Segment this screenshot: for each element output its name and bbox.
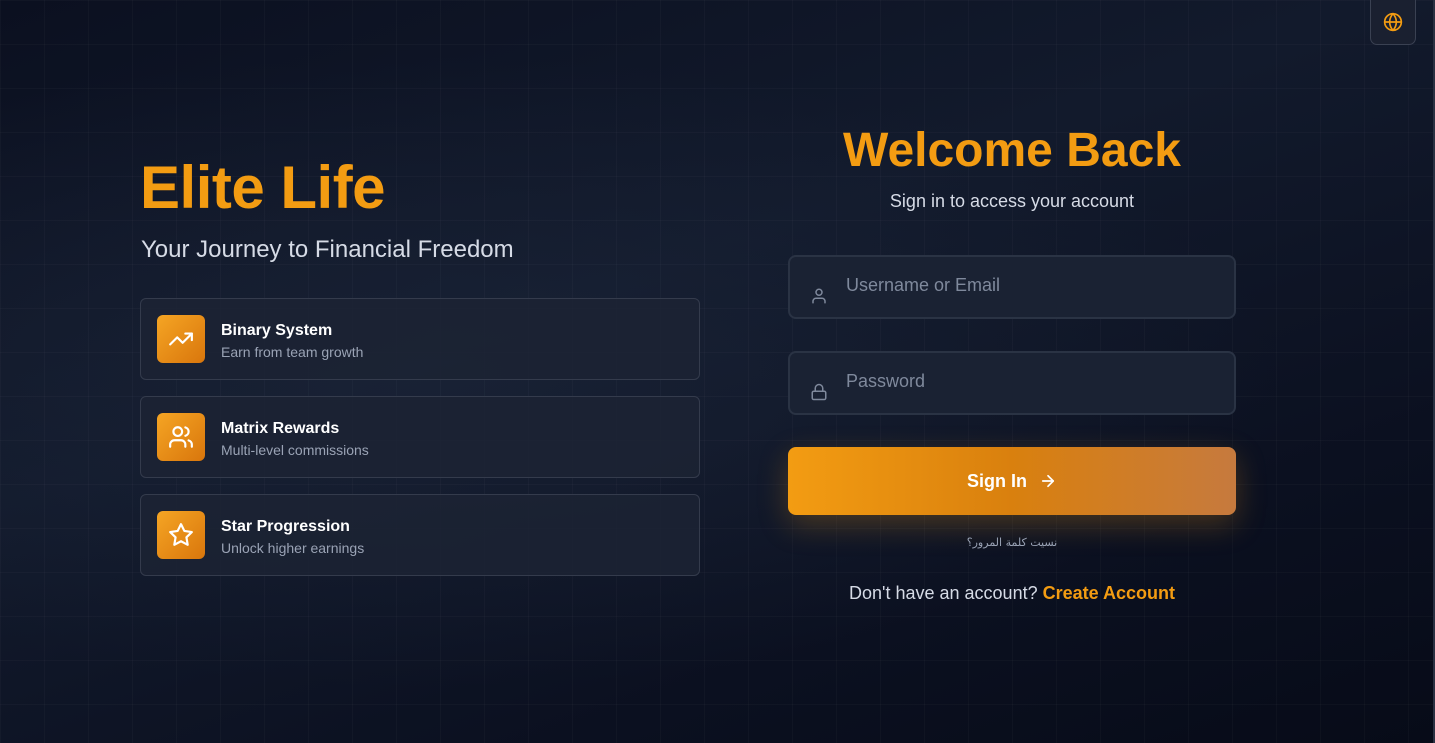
feature-icon-badge	[157, 413, 205, 461]
feature-description: Earn from team growth	[221, 344, 364, 360]
sign-in-button[interactable]: Sign In	[788, 447, 1236, 515]
username-input[interactable]	[846, 257, 1216, 317]
feature-title: Binary System	[221, 322, 333, 339]
feature-description: Unlock higher earnings	[221, 540, 365, 556]
login-subheading: Sign in to access your account	[889, 191, 1135, 211]
feature-title: Matrix Rewards	[221, 420, 340, 437]
arrow-right-icon	[1041, 474, 1055, 488]
login-heading: Welcome Back	[843, 124, 1181, 177]
signup-row: Don't have an account? Create Account	[788, 582, 1236, 604]
feature-title: Star Progression	[221, 518, 350, 535]
password-field[interactable]	[788, 351, 1236, 415]
sign-in-label: Sign In	[967, 470, 1027, 491]
star-icon	[169, 523, 193, 546]
users-icon	[169, 426, 193, 448]
brand-subtitle: Your Journey to Financial Freedom	[141, 236, 514, 263]
lock-icon	[811, 383, 827, 401]
create-account-link[interactable]: Create Account	[1043, 583, 1175, 603]
forgot-password-link[interactable]: نسيت كلمة المرور؟	[788, 536, 1236, 550]
password-input[interactable]	[846, 353, 1216, 413]
language-switch-button[interactable]	[1370, 0, 1416, 45]
feature-card-star-progression: Star Progression Unlock higher earnings	[140, 494, 700, 576]
trending-up-icon	[169, 332, 193, 346]
user-icon	[812, 288, 826, 304]
feature-icon-badge	[157, 315, 205, 363]
username-field[interactable]	[788, 255, 1236, 319]
feature-icon-badge	[157, 511, 205, 559]
globe-icon	[1383, 12, 1403, 32]
feature-card-binary-system: Binary System Earn from team growth	[140, 298, 700, 380]
brand-title: Elite Life	[140, 154, 386, 221]
feature-description: Multi-level commissions	[221, 442, 369, 458]
signup-prompt: Don't have an account?	[849, 583, 1038, 603]
feature-card-matrix-rewards: Matrix Rewards Multi-level commissions	[140, 396, 700, 478]
